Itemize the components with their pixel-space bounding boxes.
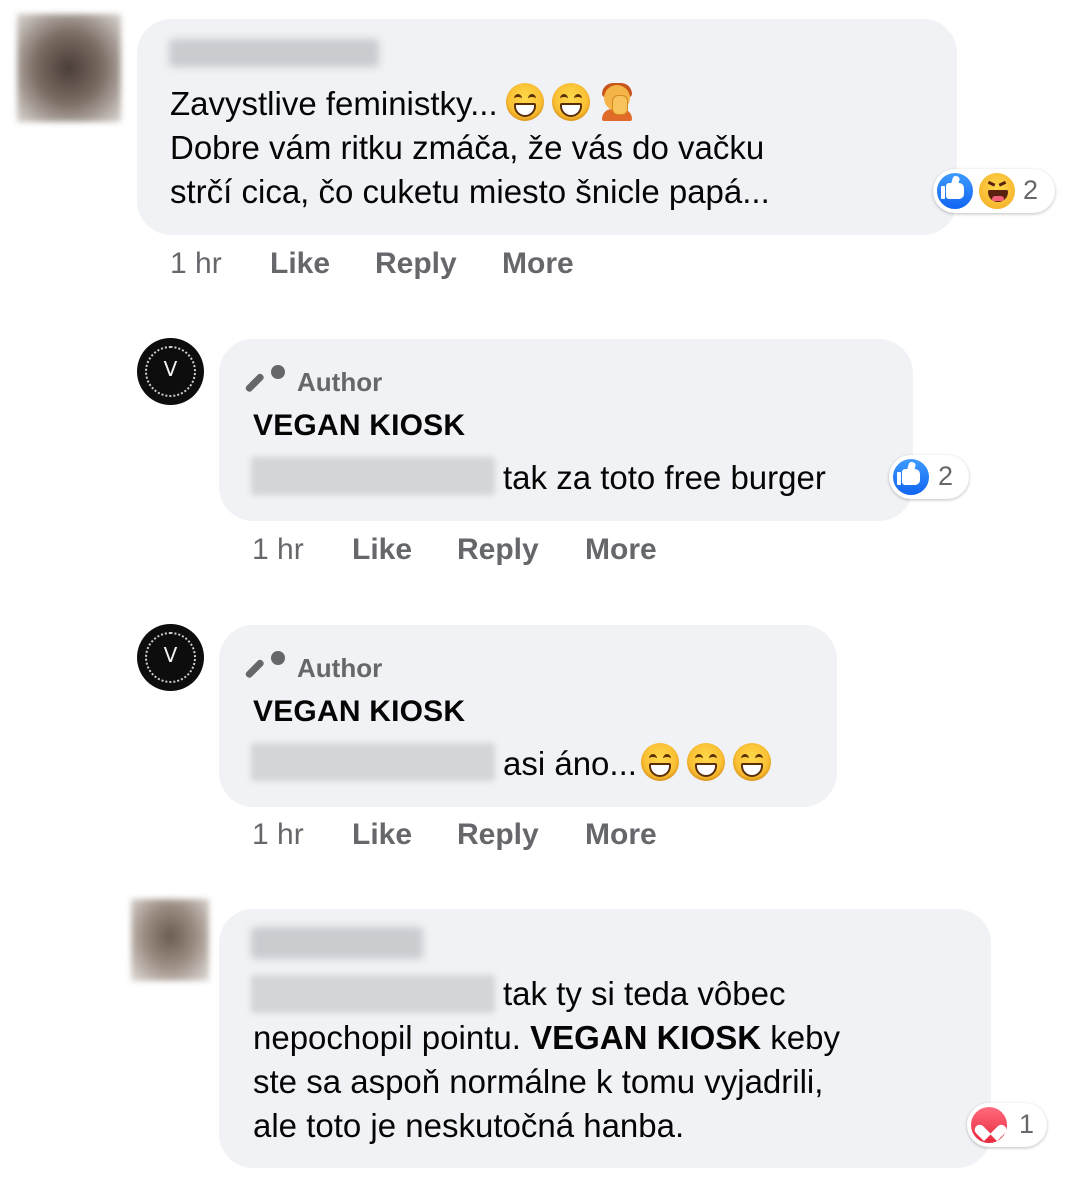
commenter-avatar[interactable] bbox=[17, 14, 121, 122]
comment-text-line: Zavystlive feministky... bbox=[170, 82, 636, 126]
mention-redacted[interactable] bbox=[251, 743, 495, 781]
like-button[interactable]: Like bbox=[352, 533, 412, 567]
reply-bubble: tak ty si teda vôbec nepochopil pointu. … bbox=[219, 909, 991, 1168]
microphone-icon bbox=[244, 649, 287, 683]
commenter-name-redacted[interactable] bbox=[169, 39, 379, 67]
like-button[interactable]: Like bbox=[352, 818, 412, 852]
page-avatar[interactable]: V bbox=[137, 624, 204, 691]
reply-text-line: tak ty si teda vôbec bbox=[503, 975, 786, 1012]
commenter-avatar[interactable] bbox=[131, 899, 209, 981]
page-name[interactable]: VEGAN KIOSK bbox=[253, 409, 465, 443]
like-button[interactable]: Like bbox=[270, 247, 330, 281]
reply-text-line: ale toto je neskutočná hanba. bbox=[253, 1107, 685, 1144]
comment-timestamp[interactable]: 1 hr bbox=[252, 818, 304, 852]
mention-redacted[interactable] bbox=[251, 975, 495, 1013]
grinning-face-emoji bbox=[551, 83, 590, 121]
author-badge: Author bbox=[297, 653, 383, 683]
page-mention[interactable]: VEGAN KIOSK bbox=[530, 1019, 761, 1056]
reply-button[interactable]: Reply bbox=[457, 818, 539, 852]
reaction-count: 1 bbox=[1019, 1109, 1035, 1139]
reply-text-line: ste sa aspoň normálne k tomu vyjadrili, bbox=[253, 1063, 824, 1100]
smiling-face-emoji bbox=[686, 743, 725, 781]
reply-bubble: Author VEGAN KIOSK tak za toto free burg… bbox=[219, 339, 913, 521]
comment-text-line: Dobre vám ritku zmáča, že vás do vačku bbox=[170, 129, 765, 166]
mention-redacted[interactable] bbox=[251, 457, 495, 495]
reply-button[interactable]: Reply bbox=[457, 533, 539, 567]
comment-timestamp[interactable]: 1 hr bbox=[252, 533, 304, 567]
love-reaction-icon bbox=[969, 1105, 1009, 1145]
more-button[interactable]: More bbox=[585, 818, 657, 852]
grinning-face-emoji bbox=[505, 83, 544, 121]
more-button[interactable]: More bbox=[585, 533, 657, 567]
reaction-count: 2 bbox=[1023, 175, 1039, 205]
comment-text-line: strčí cica, čo cuketu miesto šnicle papá… bbox=[170, 173, 770, 210]
reply-text: tak za toto free burger bbox=[503, 459, 826, 496]
reply-text: asi áno... bbox=[503, 742, 771, 786]
reaction-count: 2 bbox=[938, 461, 954, 491]
comment-actions: 1 hr Like Reply More bbox=[252, 818, 752, 858]
comment-timestamp[interactable]: 1 hr bbox=[170, 247, 222, 281]
smiling-face-emoji bbox=[732, 743, 771, 781]
facepalm-emoji bbox=[598, 83, 636, 121]
comment-bubble: Zavystlive feministky... Dobre vám ritku… bbox=[137, 19, 957, 235]
smiling-face-emoji bbox=[640, 743, 679, 781]
author-badge: Author bbox=[297, 367, 383, 397]
reaction-summary[interactable]: 1 bbox=[967, 1103, 1047, 1147]
page-name[interactable]: VEGAN KIOSK bbox=[253, 695, 465, 729]
like-reaction-icon bbox=[935, 171, 975, 211]
reaction-summary[interactable]: 2 bbox=[933, 169, 1055, 213]
microphone-icon bbox=[244, 363, 287, 397]
reply-text-line: nepochopil pointu. VEGAN KIOSK keby bbox=[253, 1019, 840, 1056]
comment-actions: 1 hr Like Reply More bbox=[170, 247, 670, 287]
haha-reaction-icon bbox=[977, 171, 1017, 211]
reaction-summary[interactable]: 2 bbox=[889, 455, 969, 499]
more-button[interactable]: More bbox=[502, 247, 574, 281]
commenter-name-redacted[interactable] bbox=[251, 927, 423, 959]
reply-button[interactable]: Reply bbox=[375, 247, 457, 281]
reply-bubble: Author VEGAN KIOSK asi áno... bbox=[219, 625, 837, 807]
like-reaction-icon bbox=[891, 457, 931, 497]
comment-actions: 1 hr Like Reply More bbox=[252, 533, 752, 573]
page-avatar[interactable]: V bbox=[137, 338, 204, 405]
